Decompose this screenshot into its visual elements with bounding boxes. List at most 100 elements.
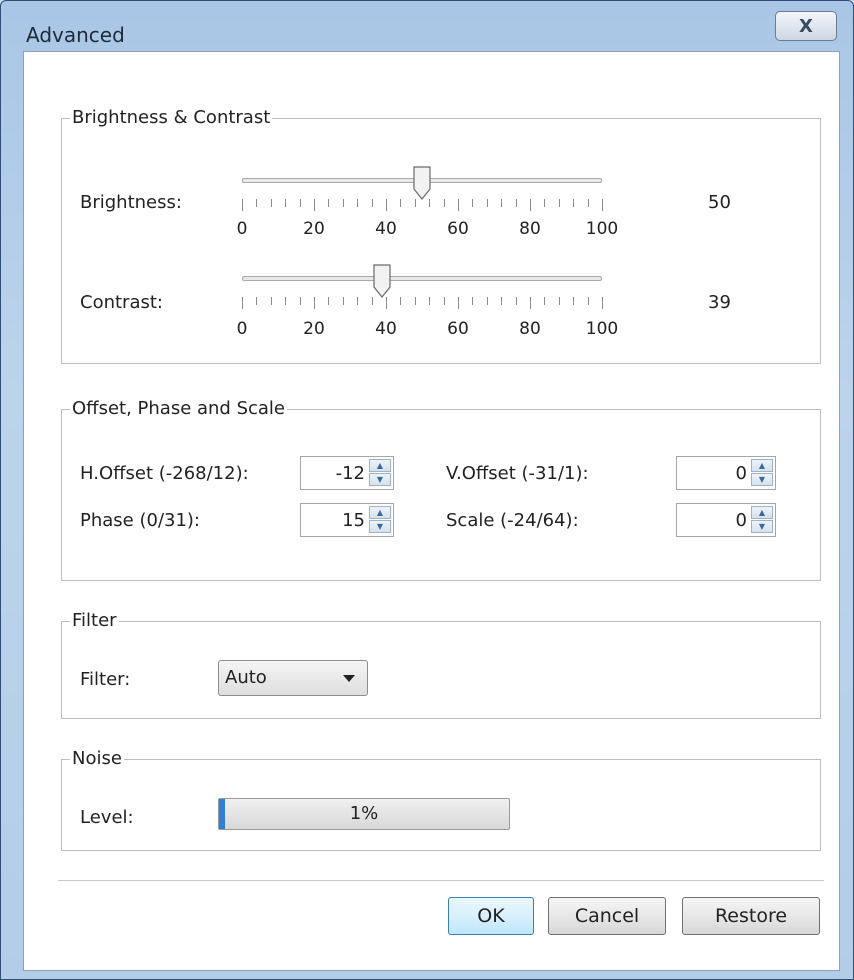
- contrast-slider-thumb[interactable]: [373, 264, 391, 298]
- h-offset-value: -12: [335, 463, 365, 484]
- tick-label: 20: [303, 319, 325, 339]
- button-separator: [58, 880, 824, 881]
- slider-tick: [400, 199, 402, 207]
- h-offset-spinner[interactable]: -12 ▲ ▼: [300, 456, 394, 490]
- slider-tick: [486, 297, 488, 305]
- tick-label: 60: [447, 219, 469, 239]
- slider-tick: [472, 297, 474, 305]
- group-title: Offset, Phase and Scale: [70, 398, 288, 419]
- brightness-contrast-group: Brightness & Contrast Brightness: 0 20 4…: [61, 107, 821, 364]
- slider-tick: [472, 199, 474, 207]
- noise-level-bar: 1%: [218, 798, 510, 830]
- slider-tick: [443, 199, 445, 207]
- slider-tick: [587, 297, 589, 305]
- slider-tick: [573, 199, 575, 207]
- tick-label: 100: [585, 219, 619, 239]
- slider-tick: [357, 199, 359, 207]
- slider-tick: [443, 297, 445, 305]
- brightness-value: 50: [708, 192, 731, 213]
- noise-level-text: 1%: [349, 803, 379, 824]
- slider-tick: [270, 199, 272, 207]
- restore-button[interactable]: Restore: [682, 897, 820, 935]
- slider-tick: [501, 199, 503, 207]
- slider-tick: [328, 297, 330, 305]
- group-title: Brightness & Contrast: [70, 107, 273, 128]
- spin-up-icon[interactable]: ▲: [751, 459, 773, 472]
- spin-down-icon[interactable]: ▼: [751, 473, 773, 486]
- slider-tick: [285, 199, 287, 207]
- slider-tick: [270, 297, 272, 305]
- tick-label: 100: [585, 319, 619, 339]
- slider-tick: [371, 199, 373, 207]
- slider-tick: [357, 297, 359, 305]
- slider-tick: [602, 199, 603, 211]
- tick-label: 60: [447, 319, 469, 339]
- contrast-label: Contrast:: [80, 292, 163, 313]
- offset-phase-scale-group: Offset, Phase and Scale H.Offset (-268/1…: [61, 398, 821, 581]
- close-icon: X: [799, 15, 813, 37]
- title-bar[interactable]: Advanced X: [1, 1, 853, 51]
- slider-tick: [544, 297, 546, 305]
- slider-tick: [414, 297, 416, 305]
- chevron-down-icon: [343, 675, 355, 682]
- window-title: Advanced: [26, 23, 125, 47]
- phase-spinner[interactable]: 15 ▲ ▼: [300, 503, 394, 537]
- slider-tick: [530, 199, 531, 211]
- v-offset-value: 0: [735, 463, 747, 484]
- slider-tick: [558, 199, 560, 207]
- slider-tick: [515, 199, 517, 207]
- slider-tick: [285, 297, 287, 305]
- close-button[interactable]: X: [775, 11, 837, 41]
- spin-up-icon[interactable]: ▲: [369, 459, 391, 472]
- contrast-slider-track[interactable]: [242, 276, 602, 281]
- filter-selected-value: Auto: [225, 667, 267, 688]
- ok-button[interactable]: OK: [448, 897, 534, 935]
- scale-label: Scale (-24/64):: [446, 510, 579, 531]
- slider-tick: [602, 297, 603, 309]
- spin-down-icon[interactable]: ▼: [369, 473, 391, 486]
- v-offset-label: V.Offset (-31/1):: [446, 463, 589, 484]
- advanced-dialog: Advanced X Brightness & Contrast Brightn…: [0, 0, 854, 980]
- slider-tick: [486, 199, 488, 207]
- contrast-value: 39: [708, 292, 731, 313]
- h-offset-label: H.Offset (-268/12):: [80, 463, 249, 484]
- slider-tick: [501, 297, 503, 305]
- slider-tick: [256, 297, 258, 305]
- tick-label: 0: [236, 219, 248, 239]
- scale-spinner[interactable]: 0 ▲ ▼: [676, 503, 776, 537]
- tick-label: 80: [519, 319, 541, 339]
- brightness-label: Brightness:: [80, 192, 182, 213]
- filter-dropdown[interactable]: Auto: [218, 660, 368, 696]
- slider-tick: [342, 297, 344, 305]
- tick-label: 40: [375, 319, 397, 339]
- spin-down-icon[interactable]: ▼: [751, 520, 773, 533]
- slider-tick: [515, 297, 517, 305]
- slider-tick: [386, 297, 387, 309]
- spin-down-icon[interactable]: ▼: [369, 520, 391, 533]
- slider-tick: [299, 297, 301, 305]
- v-offset-spinner[interactable]: 0 ▲ ▼: [676, 456, 776, 490]
- slider-tick: [400, 297, 402, 305]
- filter-group: Filter Filter: Auto: [61, 610, 821, 719]
- spin-up-icon[interactable]: ▲: [751, 506, 773, 519]
- slider-tick: [242, 297, 243, 309]
- slider-tick: [458, 199, 459, 211]
- slider-tick: [544, 199, 546, 207]
- slider-tick: [386, 199, 387, 211]
- slider-tick: [299, 199, 301, 207]
- spin-up-icon[interactable]: ▲: [369, 506, 391, 519]
- tick-label: 80: [519, 219, 541, 239]
- slider-tick: [256, 199, 258, 207]
- scale-value: 0: [735, 510, 747, 531]
- slider-tick: [314, 297, 315, 309]
- slider-tick: [530, 297, 531, 309]
- brightness-slider-thumb[interactable]: [413, 166, 431, 200]
- cancel-button[interactable]: Cancel: [548, 897, 666, 935]
- group-title: Noise: [70, 748, 124, 769]
- tick-label: 40: [375, 219, 397, 239]
- slider-tick: [429, 297, 431, 305]
- brightness-slider-ticks: [242, 199, 603, 213]
- noise-group: Noise Level: 1%: [61, 748, 821, 851]
- slider-tick: [587, 199, 589, 207]
- contrast-slider-ticks: [242, 297, 603, 311]
